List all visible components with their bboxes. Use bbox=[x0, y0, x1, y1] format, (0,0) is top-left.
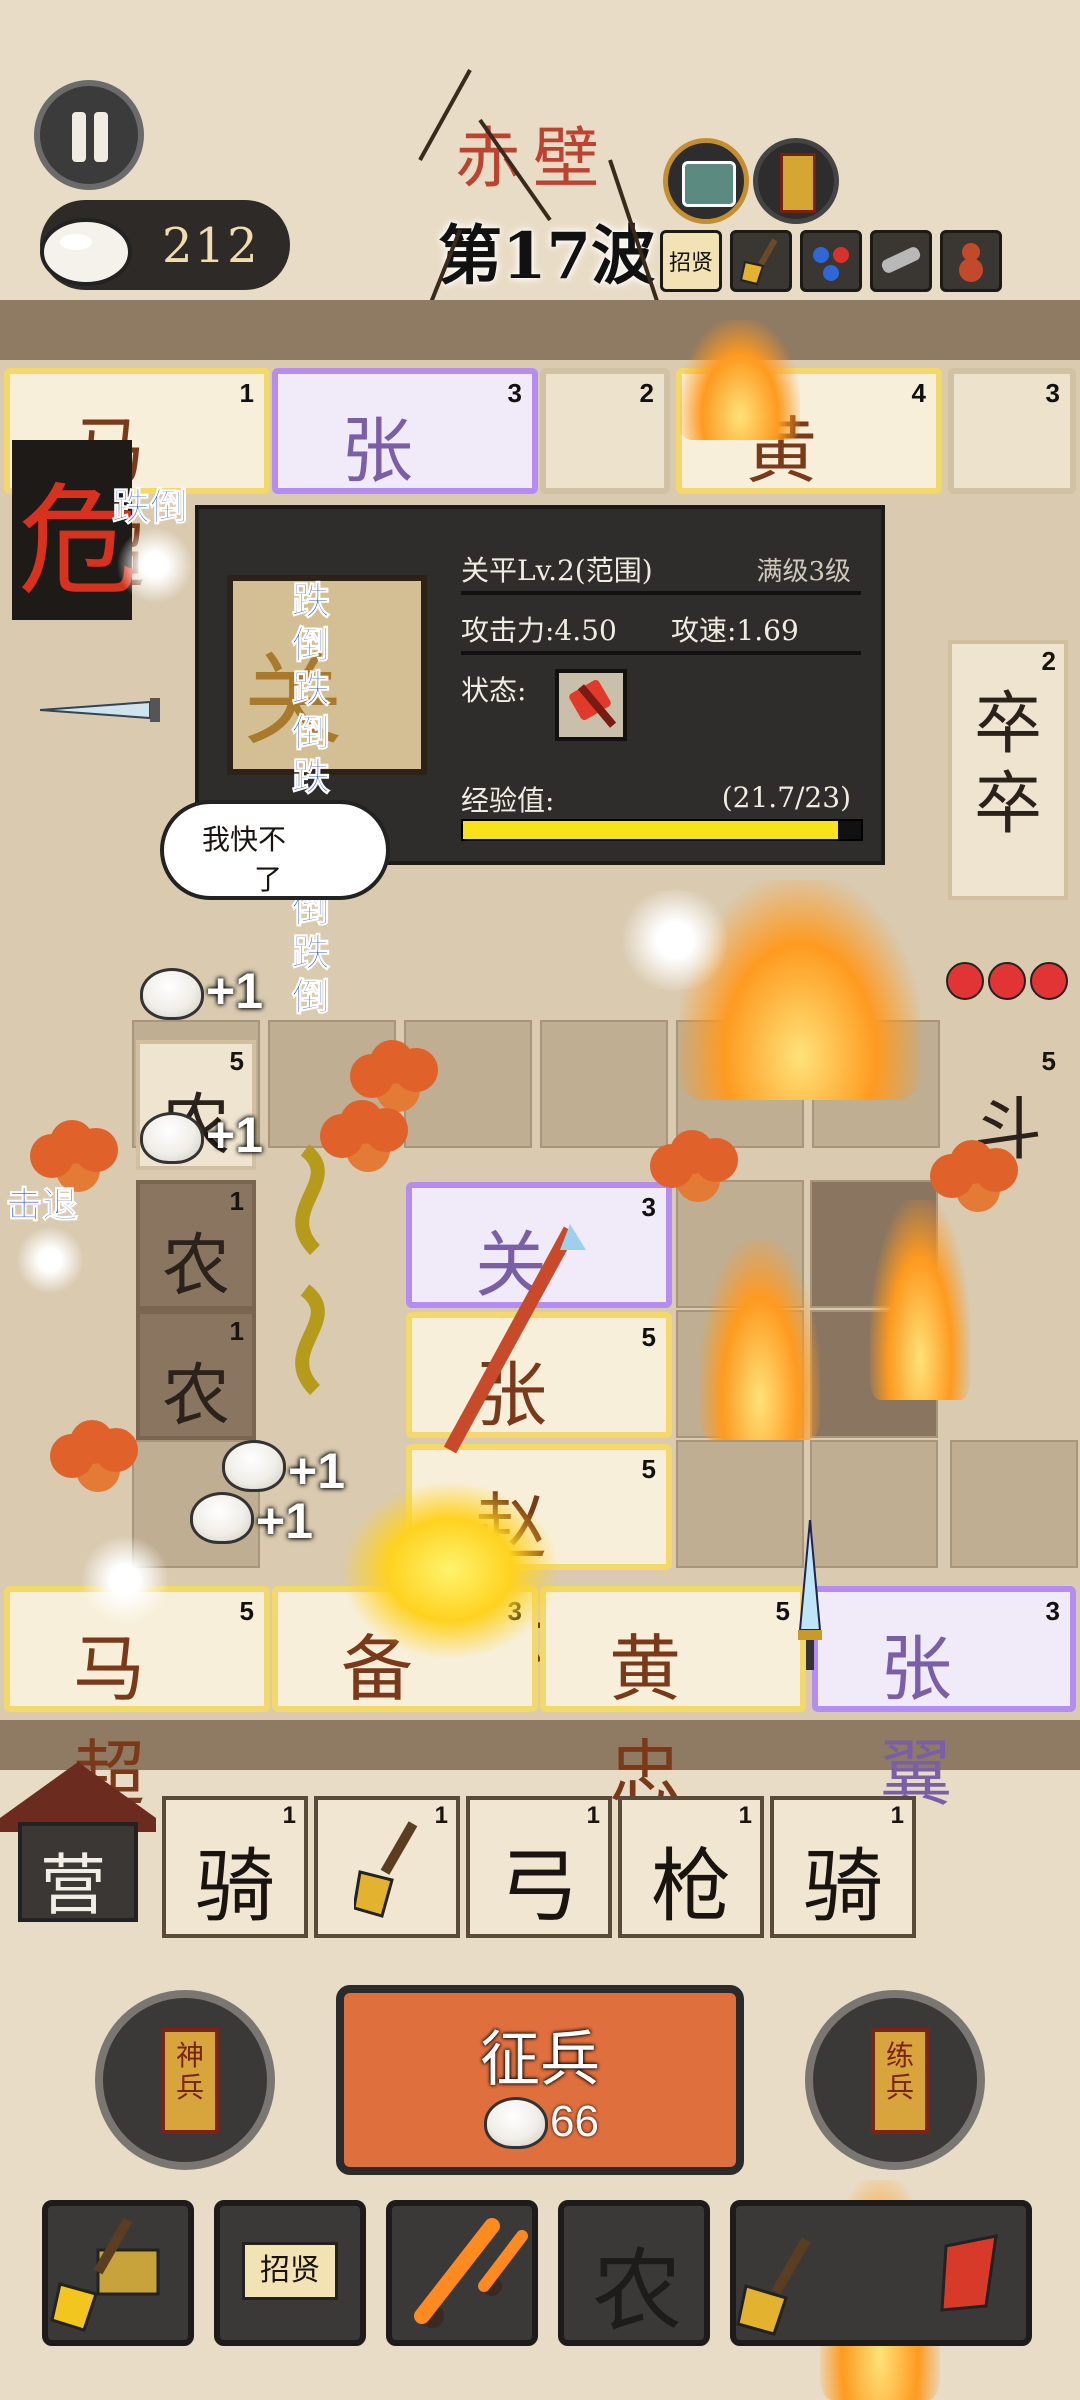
unit-bench: 骑 1 1 弓 1 枪 1 骑 1 bbox=[162, 1796, 916, 1938]
burn-status-icon bbox=[555, 669, 627, 741]
fire-effect bbox=[700, 1240, 820, 1440]
health-hearts bbox=[946, 962, 1070, 1006]
dragon-effect bbox=[680, 320, 800, 440]
shovel-blade-icon bbox=[736, 2234, 998, 2336]
card-icon bbox=[780, 153, 816, 213]
exp-bar bbox=[461, 819, 863, 841]
hero-max-level: 满级3级 bbox=[756, 557, 851, 587]
meteor-icon bbox=[414, 2218, 528, 2328]
arrow-projectiles bbox=[418, 69, 662, 331]
farm-skill-button[interactable]: 农 bbox=[558, 2200, 710, 2346]
flower-effect bbox=[50, 1120, 94, 1164]
red-orb-icon bbox=[833, 247, 849, 263]
camp-button[interactable]: 营 bbox=[0, 1762, 156, 1924]
soldier-card[interactable]: 卒卒 2 bbox=[948, 640, 1068, 900]
train-troops-tag: 练兵 bbox=[871, 2028, 929, 2134]
board-tile[interactable] bbox=[404, 1020, 532, 1148]
weapon-skill-button[interactable] bbox=[730, 2200, 1032, 2346]
exp-bar-fill bbox=[463, 821, 839, 839]
hit-burst bbox=[110, 520, 200, 610]
flower-effect bbox=[340, 1100, 384, 1144]
bench-card-archer[interactable]: 弓 1 bbox=[466, 1796, 612, 1938]
flower-effect bbox=[670, 1130, 714, 1174]
cannon-icon bbox=[881, 247, 921, 273]
bun-reward-icon bbox=[190, 1492, 254, 1544]
bun-counter: 212 bbox=[40, 200, 290, 290]
exp-label: 经验值: bbox=[461, 784, 555, 817]
divine-weapon-tag: 神兵 bbox=[161, 2028, 219, 2134]
spear-weapon-icon bbox=[443, 1224, 586, 1454]
divider bbox=[461, 591, 861, 595]
bench-card-spear[interactable]: 枪 1 bbox=[618, 1796, 764, 1938]
steamed-bun-icon bbox=[40, 218, 132, 286]
bun-count: 212 bbox=[162, 218, 260, 274]
bench-card-cavalry[interactable]: 骑 1 bbox=[162, 1796, 308, 1938]
thrown-sword-icon bbox=[40, 698, 160, 722]
bun-cost-icon bbox=[484, 2097, 548, 2149]
buff-shovel[interactable] bbox=[730, 230, 792, 292]
shovel-chest-icon bbox=[50, 2217, 160, 2332]
status-label: 状态: bbox=[461, 674, 527, 707]
hit-burst bbox=[10, 1220, 90, 1300]
flower-effect bbox=[70, 1420, 114, 1464]
board-tile[interactable] bbox=[676, 1440, 804, 1568]
top-wall bbox=[0, 300, 1080, 360]
speech-bubble: 我快不 了 bbox=[160, 800, 390, 900]
heart-icon bbox=[1030, 962, 1068, 1000]
hero-attack: 攻击力:4.50 bbox=[461, 614, 617, 647]
blue-orb-icon bbox=[823, 265, 839, 281]
heart-icon bbox=[946, 962, 984, 1000]
board-tile[interactable] bbox=[950, 1440, 1078, 1568]
blue-orb-icon bbox=[813, 247, 829, 263]
exp-value: (21.7/23) bbox=[721, 781, 851, 814]
farm-card[interactable]: 农 1 bbox=[136, 1180, 256, 1310]
shovel-icon bbox=[739, 238, 778, 286]
buff-orbs[interactable] bbox=[800, 230, 862, 292]
bench-card-cavalry-2[interactable]: 骑 1 bbox=[770, 1796, 916, 1938]
hero-card-zhangyi[interactable]: 张翼 3 bbox=[812, 1586, 1076, 1815]
hero-card-huangzhong-bottom[interactable]: 黄忠 5 bbox=[540, 1586, 806, 1815]
dig-treasure-button[interactable] bbox=[42, 2200, 194, 2346]
gold-burst-effect bbox=[340, 1480, 560, 1660]
hero-card-zhangbao[interactable]: 张苞 3 bbox=[272, 368, 538, 597]
farm-card[interactable]: 农 1 bbox=[136, 1310, 256, 1440]
bun-reward-icon bbox=[140, 968, 204, 1020]
action-bar: 招贤 农 bbox=[42, 2200, 1032, 2346]
divine-weapon-button[interactable]: 神兵 bbox=[95, 1990, 275, 2170]
hit-burst bbox=[600, 890, 750, 990]
gourd-icon bbox=[959, 243, 983, 282]
pause-button[interactable] bbox=[34, 80, 144, 190]
board-tile[interactable] bbox=[540, 1020, 668, 1148]
shovel-icon bbox=[354, 1821, 418, 1918]
buff-cannon[interactable] bbox=[870, 230, 932, 292]
buff-bar: 招贤 bbox=[660, 230, 1002, 294]
buff-gourd[interactable] bbox=[940, 230, 1002, 292]
flower-effect bbox=[370, 1040, 414, 1084]
hero-card-chained-right[interactable]: 3 bbox=[948, 368, 1076, 494]
bench-card-shovel[interactable]: 1 bbox=[314, 1796, 460, 1938]
snake-effect bbox=[295, 1144, 325, 1395]
divider bbox=[461, 651, 861, 655]
sword-weapon-icon bbox=[798, 1520, 822, 1670]
hit-burst bbox=[70, 1530, 180, 1630]
train-troops-button[interactable]: 练兵 bbox=[805, 1990, 985, 2170]
plus-one-text: +1 bbox=[206, 1107, 264, 1163]
recruit-button[interactable]: 征兵 66 bbox=[336, 1985, 744, 2175]
fire-effect bbox=[870, 1200, 970, 1400]
hero-name: 关平Lv.2(范围) bbox=[461, 554, 653, 587]
hero-attack-speed: 攻速:1.69 bbox=[671, 614, 799, 647]
hero-card-chained[interactable]: 2 bbox=[540, 368, 670, 494]
recruit-cost: 66 bbox=[550, 2097, 599, 2146]
bun-reward-icon bbox=[140, 1112, 204, 1164]
plus-one-text: +1 bbox=[256, 1493, 314, 1549]
meteor-skill-button[interactable] bbox=[386, 2200, 538, 2346]
heart-icon bbox=[988, 962, 1026, 1000]
card-button[interactable] bbox=[753, 138, 839, 224]
bun-reward-icon bbox=[222, 1440, 286, 1492]
recruit-talent-button[interactable]: 招贤 bbox=[214, 2200, 366, 2346]
flower-effect bbox=[950, 1140, 994, 1184]
repel-text: 击退 bbox=[5, 1184, 79, 1227]
plus-one-text: +1 bbox=[206, 963, 264, 1019]
